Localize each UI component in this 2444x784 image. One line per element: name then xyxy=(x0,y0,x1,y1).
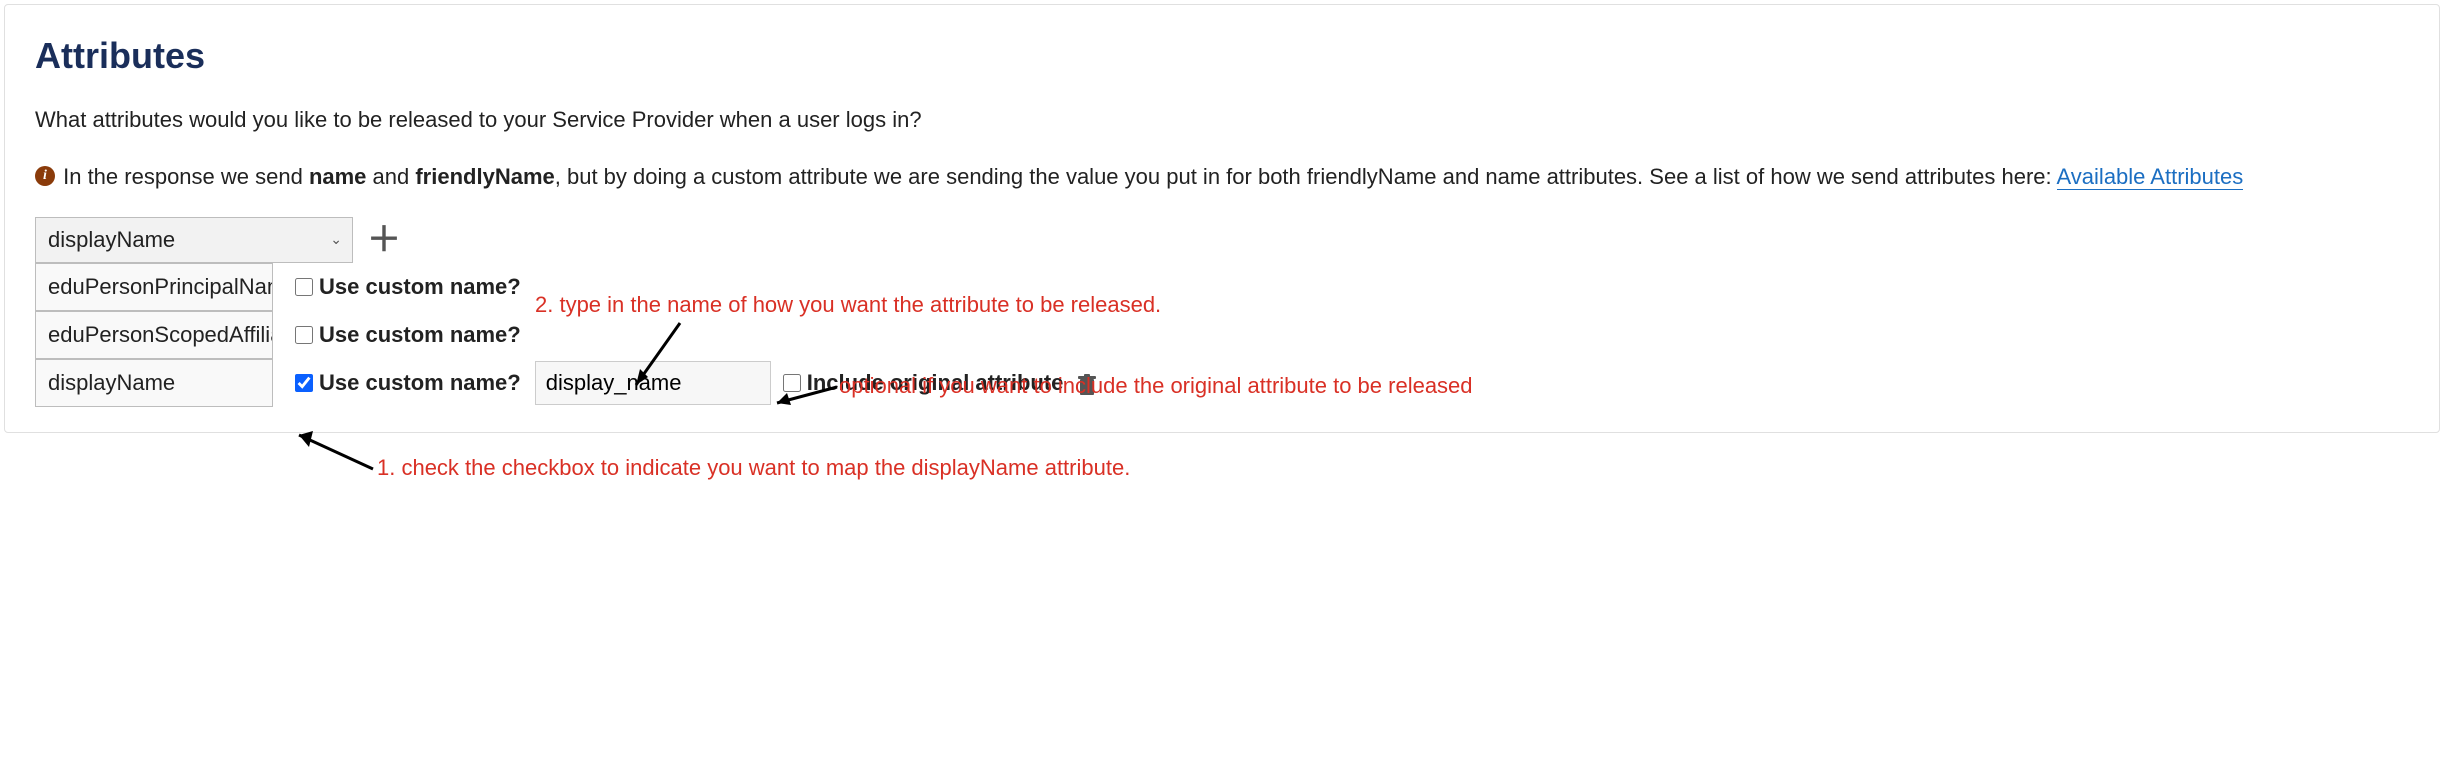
attribute-select-row: displayName ⌄ ＋ xyxy=(35,217,2409,263)
panel-title: Attributes xyxy=(35,35,2409,77)
attributes-panel: Attributes What attributes would you lik… xyxy=(4,4,2440,433)
info-note: i In the response we send name and frien… xyxy=(35,160,2409,193)
arrow-icon xyxy=(765,379,845,409)
attribute-select[interactable]: displayName ⌄ xyxy=(35,217,353,263)
use-custom-name-label: Use custom name? xyxy=(319,322,521,348)
use-custom-name-checkbox[interactable] xyxy=(295,374,313,392)
annotation-1: 1. check the checkbox to indicate you wa… xyxy=(377,455,1130,481)
add-attribute-button[interactable]: ＋ xyxy=(367,223,401,257)
attribute-name-cell[interactable]: eduPersonPrincipalName xyxy=(35,263,273,311)
attribute-name-cell[interactable]: eduPersonScopedAffiliation xyxy=(35,311,273,359)
arrow-icon xyxy=(285,425,385,480)
use-custom-name-label: Use custom name? xyxy=(319,370,521,396)
attribute-select-value: displayName xyxy=(48,227,175,253)
use-custom-name-checkbox[interactable] xyxy=(295,278,313,296)
attribute-name-cell[interactable]: displayName xyxy=(35,359,273,407)
available-attributes-link[interactable]: Available Attributes xyxy=(2057,164,2244,190)
use-custom-name-checkbox[interactable] xyxy=(295,326,313,344)
chevron-down-icon: ⌄ xyxy=(330,231,342,248)
use-custom-name-label: Use custom name? xyxy=(319,274,521,300)
info-icon: i xyxy=(35,166,55,186)
annotation-optional: optional if you want to include the orig… xyxy=(839,373,1473,399)
arrow-icon xyxy=(618,315,688,405)
panel-description: What attributes would you like to be rel… xyxy=(35,105,2409,135)
